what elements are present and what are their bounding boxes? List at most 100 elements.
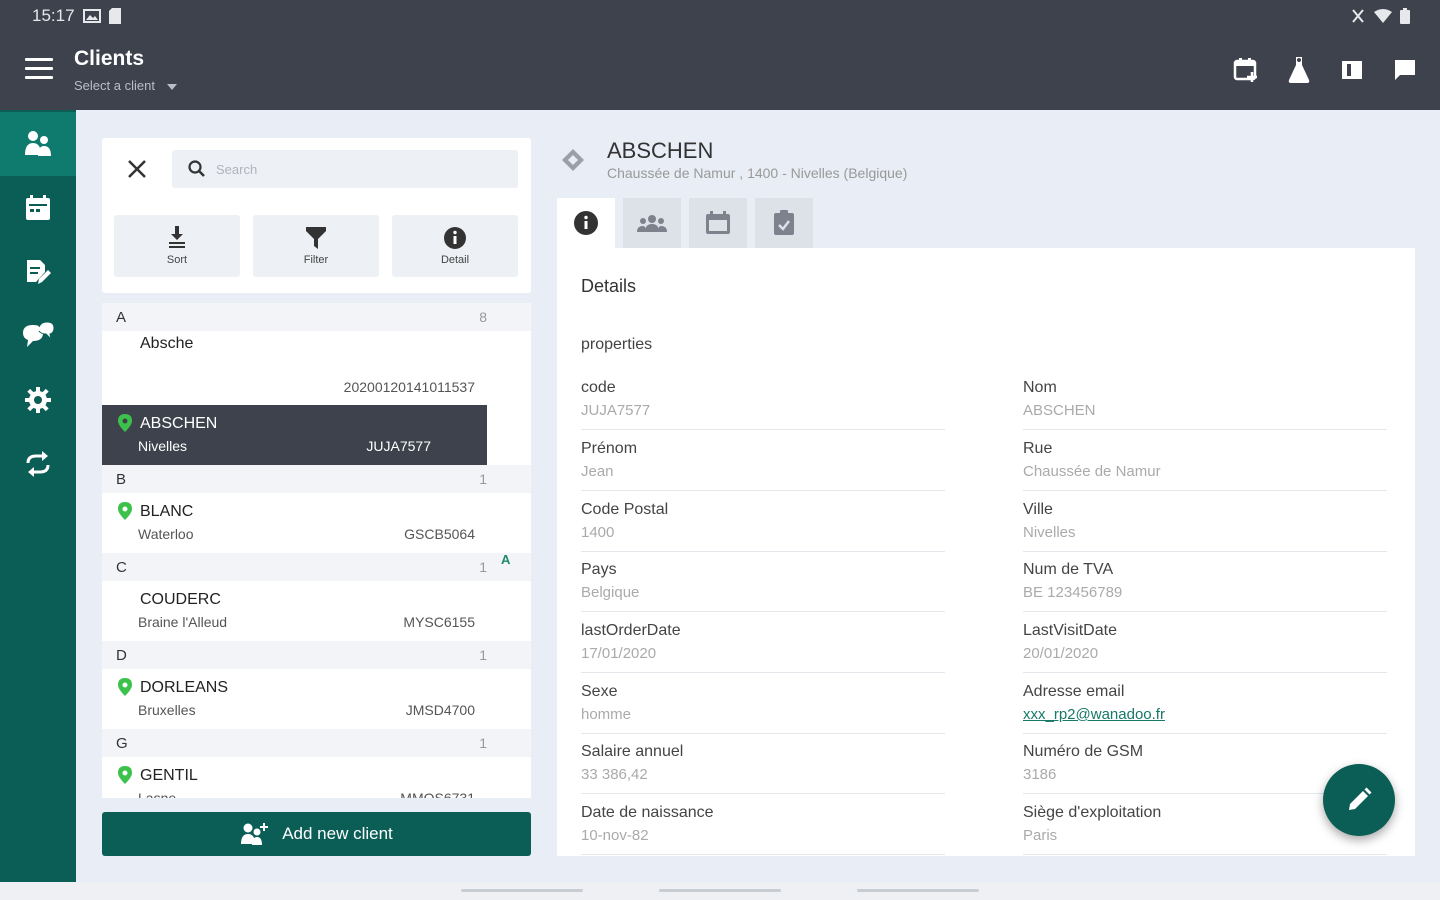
menu-button[interactable] <box>25 58 53 84</box>
battery-icon <box>1400 8 1410 24</box>
properties-heading: properties <box>581 336 653 353</box>
client-selector-label: Select a client <box>74 78 155 93</box>
section-header: G 1 <box>102 729 531 757</box>
sd-card-icon <box>108 8 121 24</box>
edit-document-icon <box>27 260 51 284</box>
location-pin-icon <box>118 766 132 784</box>
section-header: D 1 <box>102 641 531 669</box>
chevron-down-icon <box>166 83 177 90</box>
field-value: Nivelles <box>1023 524 1076 541</box>
list-item[interactable]: BLANC Waterloo GSCB5064 <box>102 493 531 553</box>
system-nav-bar <box>0 882 1440 900</box>
search-box <box>172 150 518 188</box>
list-item[interactable]: COUDERC Braine l'Alleud MYSC6155 <box>102 581 531 641</box>
list-item[interactable]: GENTIL Lasne MMQS6731 <box>102 757 531 798</box>
tab-orders[interactable] <box>755 198 813 248</box>
field-num-tva: Num de TVA BE 123456789 <box>1023 561 1387 612</box>
rail-item-chat[interactable] <box>0 304 76 368</box>
field-label: Sexe <box>581 683 618 700</box>
list-item[interactable]: Absche 20200120141011537 <box>102 331 531 405</box>
field-value: homme <box>581 706 632 723</box>
clients-icon <box>25 131 51 156</box>
tab-contacts[interactable] <box>623 198 681 248</box>
list-item-selected[interactable]: ABSCHEN Nivelles JUJA7577 <box>102 405 487 465</box>
rail-item-settings[interactable] <box>0 368 76 432</box>
search-icon <box>188 160 205 177</box>
field-label: Date de naissance <box>581 804 714 821</box>
chat-bubbles-icon <box>23 321 55 347</box>
location-pin-icon <box>118 678 132 696</box>
field-label: Nom <box>1023 379 1057 396</box>
client-code: GSCB5064 <box>404 526 475 542</box>
chat-icon[interactable] <box>1392 56 1418 84</box>
sort-button[interactable]: Sort <box>114 215 240 277</box>
edit-fab-button[interactable] <box>1323 764 1395 836</box>
email-link[interactable]: xxx_rp2@wanadoo.fr <box>1023 706 1387 723</box>
field-label: Pays <box>581 561 617 578</box>
filter-button[interactable]: Filter <box>253 215 379 277</box>
field-code: code JUJA7577 <box>581 379 945 430</box>
flask-icon[interactable] <box>1286 56 1312 84</box>
field-label: Code Postal <box>581 501 669 518</box>
field-ville: Ville Nivelles <box>1023 501 1387 552</box>
field-code-postal: Code Postal 1400 <box>581 501 945 552</box>
client-code: MMQS6731 <box>400 790 475 798</box>
field-label: Num de TVA <box>1023 561 1114 578</box>
client-name: DORLEANS <box>140 679 229 696</box>
detail-button[interactable]: Detail <box>392 215 518 277</box>
tab-info[interactable] <box>557 198 615 248</box>
client-name: COUDERC <box>140 591 221 608</box>
field-nom: Nom ABSCHEN <box>1023 379 1387 430</box>
book-icon[interactable] <box>1339 56 1365 84</box>
add-user-icon <box>241 823 269 845</box>
tab-calendar[interactable] <box>689 198 747 248</box>
field-value: Belgique <box>581 584 640 601</box>
client-selector[interactable]: Select a client <box>74 78 177 93</box>
client-list-toolbar: Sort Filter Detail <box>102 138 531 293</box>
rail-item-edit-document[interactable] <box>0 240 76 304</box>
sort-label: Sort <box>166 254 188 266</box>
add-new-client-button[interactable]: Add new client <box>102 812 531 856</box>
field-rue: Rue Chaussée de Namur <box>1023 440 1387 491</box>
details-card: Details properties code JUJA7577 Prénom Je… <box>557 248 1415 856</box>
client-code: JMSD4700 <box>405 702 475 718</box>
info-icon <box>444 227 466 249</box>
navigation-rail <box>0 110 76 882</box>
sync-icon <box>26 451 50 477</box>
field-last-order-date: lastOrderDate 17/01/2020 <box>581 622 945 673</box>
nav-indicator <box>461 889 583 892</box>
nav-indicator <box>857 889 979 892</box>
client-city: Braine l'Alleud <box>138 614 228 630</box>
field-value: ABSCHEN <box>1023 402 1096 419</box>
field-value: BE 123456789 <box>1023 584 1123 601</box>
field-value: Chaussée de Namur <box>1023 463 1161 480</box>
settings-icon <box>25 387 51 413</box>
rail-item-calendar[interactable] <box>0 176 76 240</box>
calendar-add-icon[interactable] <box>1233 56 1259 84</box>
client-name: Absche <box>140 335 194 352</box>
alphabet-index-letter[interactable]: A <box>501 552 510 567</box>
close-icon[interactable] <box>124 156 150 182</box>
pencil-icon <box>1349 787 1372 810</box>
status-icons <box>1350 8 1410 24</box>
field-label: lastOrderDate <box>581 622 681 639</box>
details-heading: Details <box>581 276 637 296</box>
field-pays: Pays Belgique <box>581 561 945 612</box>
section-count: 1 <box>479 559 487 575</box>
wifi-icon <box>1374 9 1392 23</box>
rail-item-sync[interactable] <box>0 432 76 496</box>
field-salaire-annuel: Salaire annuel 33 386,42 <box>581 743 945 794</box>
status-time: 15:17 <box>32 6 75 25</box>
field-label: Rue <box>1023 440 1053 457</box>
sort-download-icon <box>169 226 185 248</box>
client-code: 20200120141011537 <box>343 379 475 395</box>
field-label: Adresse email <box>1023 683 1125 700</box>
list-item[interactable]: DORLEANS Bruxelles JMSD4700 <box>102 669 531 729</box>
client-name: ABSCHEN <box>140 415 218 432</box>
status-bar: 15:17 <box>32 6 121 26</box>
field-value: 10-nov-82 <box>581 827 649 844</box>
calendar-icon <box>26 195 50 220</box>
search-input[interactable] <box>216 161 506 177</box>
field-value: Jean <box>581 463 614 480</box>
rail-item-clients[interactable] <box>0 112 76 176</box>
